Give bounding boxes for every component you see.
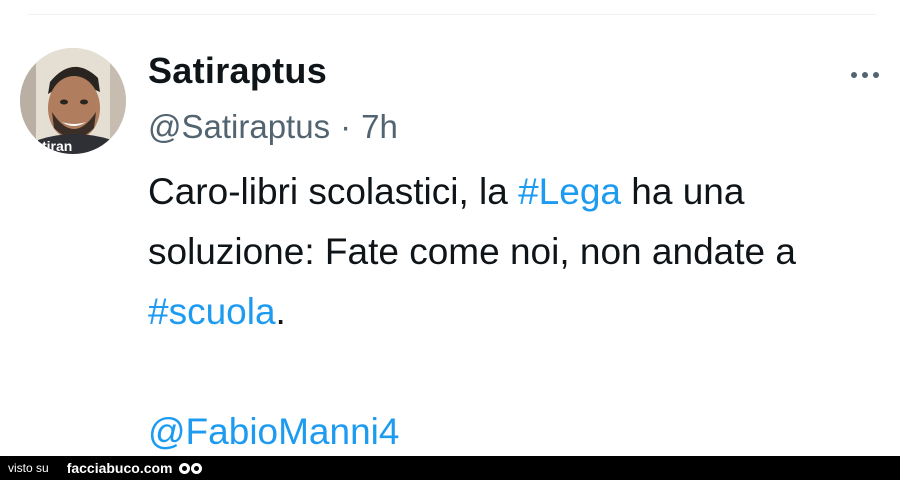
hashtag-scuola[interactable]: #scuola bbox=[148, 291, 276, 332]
avatar-caption: tiran bbox=[42, 138, 72, 154]
top-divider bbox=[28, 14, 876, 15]
user-handle[interactable]: @Satiraptus bbox=[148, 108, 330, 145]
watermark-prefix: visto su bbox=[8, 461, 49, 475]
tweet-text-segment: Caro-libri scolastici, la bbox=[148, 171, 519, 212]
display-name[interactable]: Satiraptus bbox=[148, 50, 327, 92]
avatar[interactable]: tiran bbox=[20, 48, 126, 154]
eyes-icon bbox=[178, 462, 202, 474]
watermark-bar: visto su facciabuco.com bbox=[0, 456, 900, 480]
watermark-brand[interactable]: facciabuco.com bbox=[67, 460, 173, 476]
handle-line: @Satiraptus · 7h bbox=[148, 108, 398, 146]
hashtag-lega[interactable]: #Lega bbox=[518, 171, 621, 212]
handle-separator: · bbox=[340, 108, 352, 145]
mention-fabiomanni4[interactable]: @FabioManni4 bbox=[148, 411, 399, 452]
tweet-line-3: #scuola. bbox=[148, 282, 868, 342]
tweet-text-segment: ha una bbox=[620, 171, 745, 212]
tweet-line-2: soluzione: Fate come noi, non andate a bbox=[148, 231, 796, 272]
more-options-button[interactable] bbox=[842, 60, 888, 90]
tweet-time[interactable]: 7h bbox=[361, 108, 398, 145]
avatar-image: tiran bbox=[20, 48, 126, 154]
tweet-text-segment: . bbox=[275, 291, 286, 332]
tweet-line-4: @FabioManni4 bbox=[148, 402, 868, 462]
tweet-line-1: Caro-libri scolastici, la #Lega ha una bbox=[148, 162, 868, 222]
tweet-text: Caro-libri scolastici, la #Lega ha una s… bbox=[148, 162, 868, 462]
more-horizontal-icon bbox=[851, 72, 879, 78]
